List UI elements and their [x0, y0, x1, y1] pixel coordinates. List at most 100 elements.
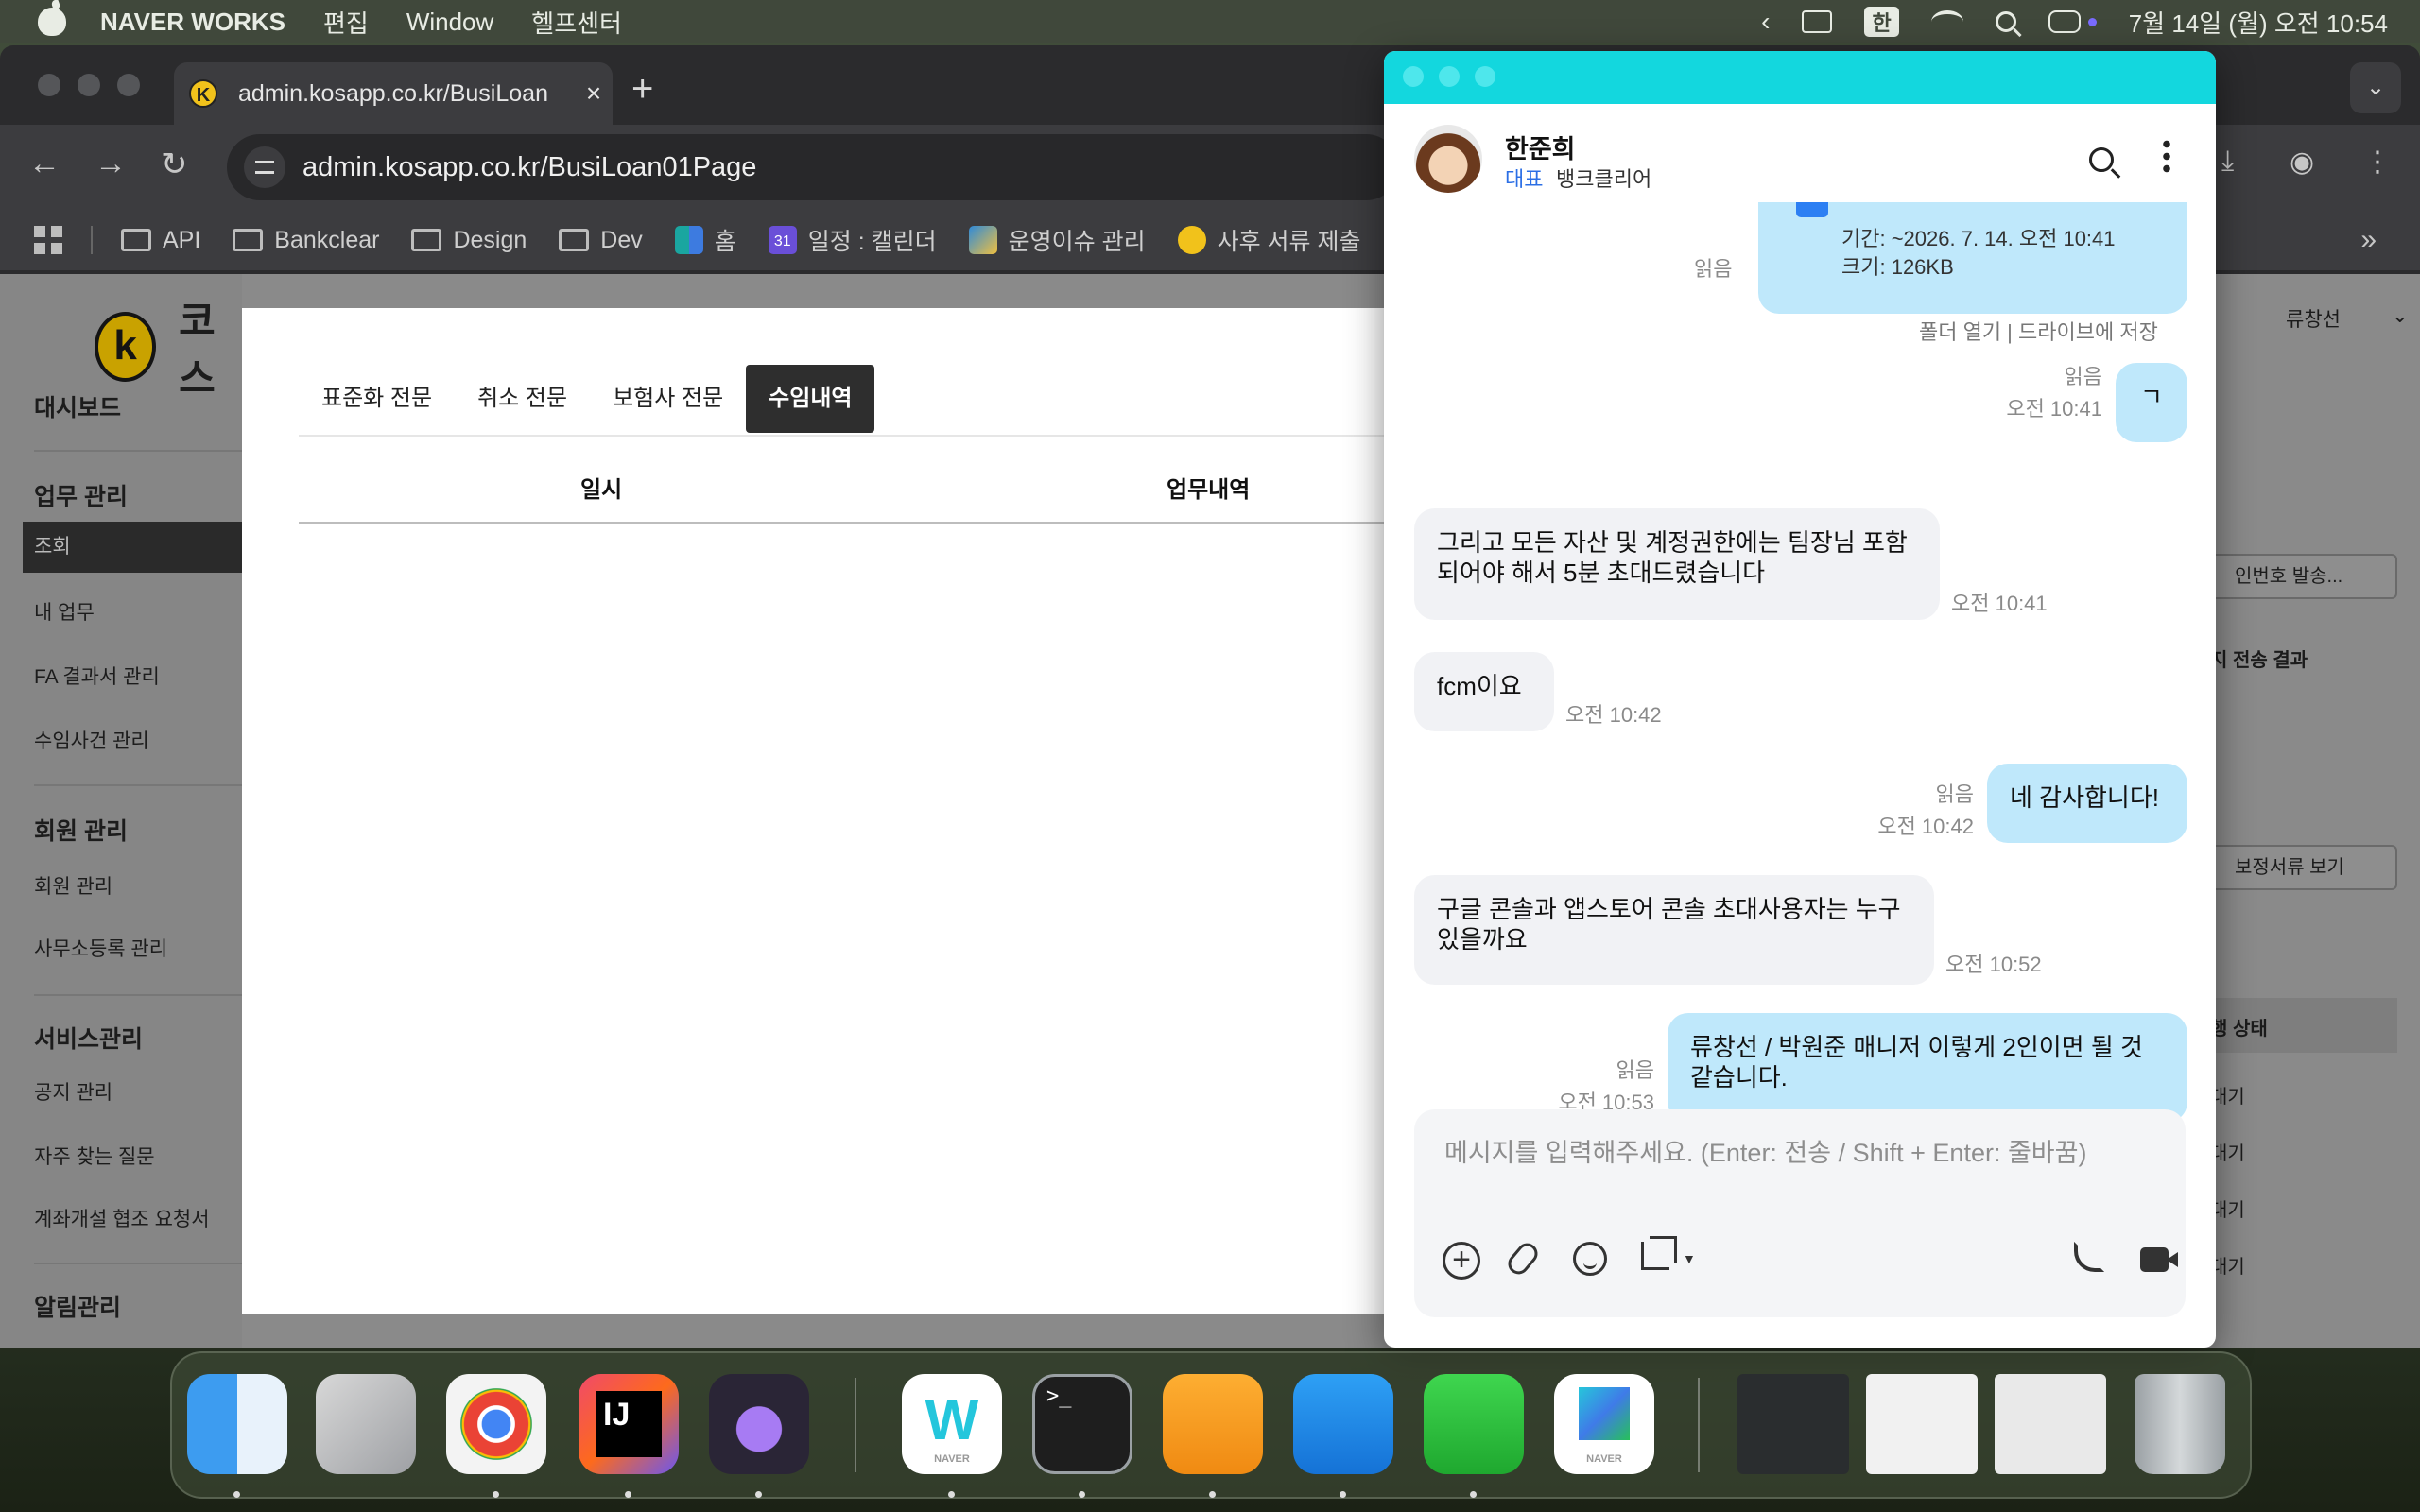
bookmark-dev[interactable]: Dev [559, 227, 643, 254]
reload-icon[interactable]: ↻ [161, 146, 188, 183]
menu-help[interactable]: 헬프센터 [531, 5, 622, 40]
bookmarks-overflow-icon[interactable]: » [2360, 224, 2377, 256]
launchpad-icon[interactable] [316, 1374, 416, 1474]
keyboard-icon[interactable] [1802, 10, 1833, 33]
send-auth-number-button[interactable]: 인번호 발송... [2197, 554, 2397, 599]
control-center-icon[interactable] [2048, 10, 2081, 33]
minimized-browser-thumbnail[interactable] [1995, 1374, 2106, 1474]
chevron-left-icon[interactable]: ‹ [1761, 7, 1770, 37]
numbers-icon[interactable] [1424, 1374, 1524, 1474]
sidebar-item-account-request[interactable]: 계좌개설 협조 요청서 [34, 1204, 210, 1232]
message-bubble-outgoing[interactable]: ㄱ [2116, 363, 2187, 442]
contact-name[interactable]: 한준희 [1505, 129, 1576, 165]
trash-icon[interactable] [2135, 1374, 2225, 1474]
more-options-icon[interactable] [2163, 138, 2170, 176]
read-receipt: 읽음 [1935, 782, 1974, 806]
sidebar-item-my-tasks[interactable]: 내 업무 [34, 597, 95, 626]
current-user-menu[interactable]: 류창선 [2286, 304, 2341, 333]
new-tab-button[interactable]: + [631, 68, 653, 111]
keynote-icon[interactable] [1293, 1374, 1393, 1474]
tab-engagement-history[interactable]: 수임내역 [746, 365, 875, 433]
tab-insurer-message[interactable]: 보험사 전문 [590, 365, 746, 433]
url-text[interactable]: admin.kosapp.co.kr/BusiLoan01Page [302, 152, 756, 183]
sidebar-item-fa-results[interactable]: FA 결과서 관리 [34, 662, 160, 690]
naver-icon[interactable]: NAVER [1554, 1374, 1654, 1474]
profile-icon[interactable]: ◉ [2290, 146, 2314, 179]
message-bubble-incoming[interactable]: 그리고 모든 자산 및 계정권한에는 팀장님 포함되어야 해서 5분 초대드렸습… [1414, 508, 1940, 620]
wifi-icon[interactable] [1930, 10, 1963, 33]
file-actions[interactable]: 폴더 열기 | 드라이브에 저장 [1919, 316, 2158, 346]
sidebar-item-office-registration[interactable]: 사무소등록 관리 [34, 934, 167, 962]
sidebar-item-notices[interactable]: 공지 관리 [34, 1077, 112, 1106]
naver-works-icon[interactable]: W NAVER [902, 1374, 1002, 1474]
bookmark-home[interactable]: 홈 [674, 223, 736, 257]
bookmark-design[interactable]: Design [411, 227, 527, 254]
terminal-icon[interactable]: >_ [1032, 1374, 1132, 1474]
tab-cancel-message[interactable]: 취소 전문 [455, 365, 590, 433]
menu-edit[interactable]: 편집 [323, 5, 369, 40]
plus-icon[interactable]: + [1443, 1242, 1480, 1280]
screenshot-crop-icon[interactable] [1641, 1236, 1677, 1270]
tab-standard-message[interactable]: 표준화 전문 [299, 365, 455, 433]
obsidian-icon[interactable] [709, 1374, 809, 1474]
download-icon[interactable]: ⤓ [2221, 146, 2234, 178]
avatar[interactable] [1414, 125, 1482, 193]
minimize-window-button[interactable] [1439, 66, 1460, 87]
sidebar-divider [34, 450, 242, 452]
bookmark-docs-submit[interactable]: 사후 서류 제출 [1177, 223, 1360, 257]
logo-text: 코스 [179, 299, 216, 401]
apps-grid-icon[interactable] [34, 226, 62, 254]
zoom-window-button[interactable] [1475, 66, 1495, 87]
browser-tab[interactable]: K admin.kosapp.co.kr/BusiLoan × [174, 62, 613, 125]
minimized-window-thumbnail[interactable] [1737, 1374, 1849, 1474]
bookmark-api[interactable]: API [121, 227, 200, 254]
close-window-button[interactable] [38, 74, 60, 96]
close-tab-icon[interactable]: × [575, 78, 613, 109]
video-call-icon[interactable] [2140, 1247, 2178, 1272]
back-arrow-icon[interactable]: ← [28, 146, 60, 182]
bookmark-calendar[interactable]: 31 일정 : 캘린더 [768, 223, 937, 257]
phone-call-icon[interactable] [2074, 1242, 2104, 1272]
message-bubble-outgoing[interactable]: 네 감사합니다! [1987, 764, 2187, 843]
message-list[interactable]: 기간: ~2026. 7. 14. 오전 10:41 크기: 126KB 읽음 … [1384, 202, 2216, 1172]
zoom-window-button[interactable] [117, 74, 140, 96]
sidebar-item-faq[interactable]: 자주 찾는 질문 [34, 1142, 155, 1170]
chrome-icon[interactable] [446, 1374, 546, 1474]
caret-down-icon[interactable]: ▼ [1683, 1251, 1696, 1266]
finder-icon[interactable] [187, 1374, 287, 1474]
sidebar-item-inquiry[interactable]: 조회 [23, 522, 242, 573]
menu-kebab-icon[interactable]: ⋮ [2363, 146, 2392, 179]
emoji-icon[interactable] [1573, 1242, 1607, 1276]
pages-icon[interactable] [1163, 1374, 1263, 1474]
intellij-icon[interactable]: IJ [579, 1374, 679, 1474]
file-attachment-bubble[interactable]: 기간: ~2026. 7. 14. 오전 10:41 크기: 126KB [1758, 202, 2187, 314]
minimized-document-thumbnail[interactable] [1866, 1374, 1978, 1474]
view-supplement-docs-button[interactable]: 보정서류 보기 [2197, 845, 2397, 890]
search-icon[interactable] [2089, 147, 2114, 172]
message-bubble-outgoing[interactable]: 류창선 / 박원준 매니저 이렇게 2인이면 될 것 같습니다. [1668, 1013, 2187, 1123]
forward-arrow-icon[interactable]: → [95, 146, 127, 182]
message-input[interactable] [1444, 1130, 2163, 1176]
message-bubble-incoming[interactable]: fcm이요 [1414, 652, 1554, 731]
kos-favicon-icon: K [189, 79, 217, 108]
chevron-down-icon[interactable]: ⌄ [2392, 304, 2409, 328]
input-source-indicator[interactable]: 한 [1864, 7, 1899, 37]
bookmark-bankclear[interactable]: Bankclear [233, 227, 379, 254]
tab-search-chevron-icon[interactable]: ⌄ [2350, 62, 2401, 113]
message-time: 오전 10:42 [1565, 703, 1662, 727]
menu-app-name[interactable]: NAVER WORKS [100, 8, 285, 37]
spotlight-search-icon[interactable] [1995, 11, 2016, 32]
menu-clock[interactable]: 7월 14일 (월) 오전 10:54 [2129, 5, 2388, 40]
message-bubble-incoming[interactable]: 구글 콘솔과 앱스토어 콘솔 초대사용자는 누구있을까요 [1414, 875, 1934, 985]
sidebar-item-cases[interactable]: 수임사건 관리 [34, 726, 149, 754]
bookmark-ops-issues[interactable]: 운영이슈 관리 [968, 223, 1146, 257]
address-bar[interactable]: admin.kosapp.co.kr/BusiLoan01Page [227, 134, 1399, 200]
sidebar-item-members[interactable]: 회원 관리 [34, 871, 112, 900]
apple-icon[interactable] [38, 8, 66, 36]
site-settings-icon[interactable] [244, 146, 285, 188]
attachment-clip-icon[interactable] [1504, 1239, 1542, 1279]
minimize-window-button[interactable] [78, 74, 100, 96]
sidebar-dashboard[interactable]: 대시보드 [34, 389, 121, 423]
close-window-button[interactable] [1403, 66, 1424, 87]
menu-window[interactable]: Window [406, 8, 493, 37]
